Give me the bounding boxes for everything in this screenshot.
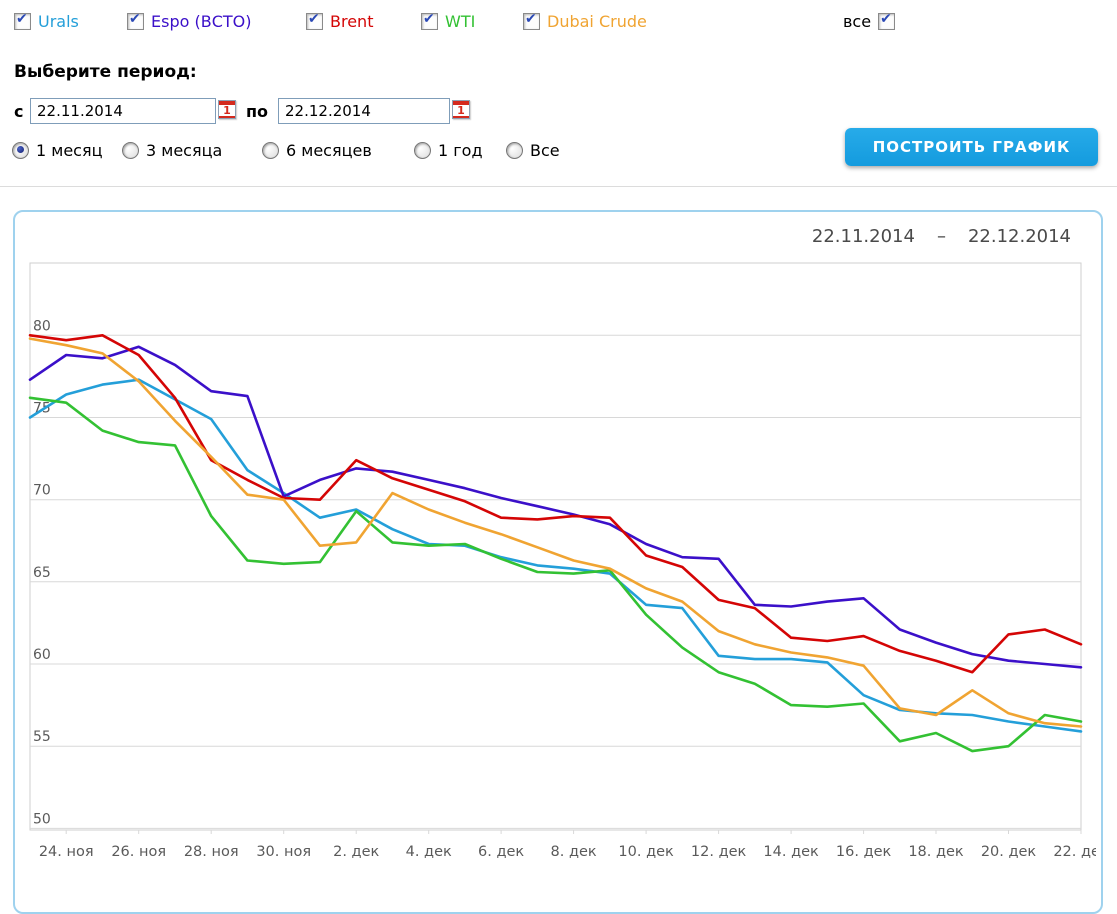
svg-text:4. дек: 4. дек — [406, 844, 452, 860]
svg-text:65: 65 — [33, 565, 51, 581]
chart-panel: 22.11.2014–22.12.2014 5055606570758024. … — [13, 210, 1103, 914]
wti-checkbox[interactable] — [421, 13, 438, 30]
dubai-checkbox[interactable] — [523, 13, 540, 30]
svg-text:80: 80 — [33, 318, 51, 334]
radio-1-year[interactable] — [414, 142, 431, 159]
filter-brent: Brent — [306, 10, 373, 32]
oil-filters-row: Urals Espo (ВСТО) Brent WTI Dubai Crude … — [0, 10, 1117, 34]
svg-text:22. дек: 22. дек — [1053, 844, 1096, 860]
svg-text:55: 55 — [33, 729, 51, 745]
date-row: с 1 по 1 — [0, 98, 1117, 128]
svg-text:60: 60 — [33, 647, 51, 663]
svg-text:28. ноя: 28. ноя — [184, 844, 239, 860]
espo-checkbox[interactable] — [127, 13, 144, 30]
svg-text:24. ноя: 24. ноя — [39, 844, 94, 860]
date-to-label: по — [246, 102, 268, 121]
svg-text:30. ноя: 30. ноя — [256, 844, 311, 860]
radio-1-year-label[interactable]: 1 год — [438, 141, 483, 160]
preset-3-months: 3 месяца — [122, 140, 222, 160]
espo-label[interactable]: Espo (ВСТО) — [151, 12, 251, 31]
calendar-bottom-bar — [219, 116, 235, 118]
preset-6-months: 6 месяцев — [262, 140, 372, 160]
svg-text:8. дек: 8. дек — [551, 844, 597, 860]
range-start-date: 22.11.2014 — [812, 226, 915, 247]
all-label[interactable]: все — [843, 12, 871, 31]
radio-1-month[interactable] — [12, 142, 29, 159]
filter-all: все — [843, 10, 895, 32]
radio-all[interactable] — [506, 142, 523, 159]
urals-label[interactable]: Urals — [38, 12, 79, 31]
svg-text:26. ноя: 26. ноя — [111, 844, 166, 860]
preset-all: Все — [506, 140, 560, 160]
section-divider — [0, 186, 1117, 187]
filter-wti: WTI — [421, 10, 475, 32]
chart-date-range: 22.11.2014 – 22.12.2014 — [812, 226, 1071, 247]
calendar-to-icon[interactable]: 1 — [452, 100, 470, 119]
calendar-bottom-bar — [453, 116, 469, 118]
range-end-date: 22.12.2014 — [968, 226, 1071, 247]
svg-text:50: 50 — [33, 811, 51, 827]
filter-urals: Urals — [14, 10, 79, 32]
radio-3-months[interactable] — [122, 142, 139, 159]
date-to-input[interactable] — [278, 98, 450, 124]
date-from-label: с — [14, 102, 23, 121]
svg-text:20. дек: 20. дек — [981, 844, 1037, 860]
calendar-from-icon[interactable]: 1 — [218, 100, 236, 119]
date-from-input[interactable] — [30, 98, 216, 124]
svg-text:10. дек: 10. дек — [618, 844, 674, 860]
svg-text:14. дек: 14. дек — [763, 844, 819, 860]
build-chart-button[interactable]: ПОСТРОИТЬ ГРАФИК — [845, 128, 1098, 166]
svg-text:12. дек: 12. дек — [691, 844, 747, 860]
svg-text:2. дек: 2. дек — [333, 844, 379, 860]
svg-text:70: 70 — [33, 483, 51, 499]
range-separator: – — [937, 226, 946, 247]
radio-6-months[interactable] — [262, 142, 279, 159]
svg-text:6. дек: 6. дек — [478, 844, 524, 860]
oil-price-chart: 5055606570758024. ноя26. ноя28. ноя30. н… — [16, 260, 1096, 875]
brent-checkbox[interactable] — [306, 13, 323, 30]
filter-espo: Espo (ВСТО) — [127, 10, 251, 32]
svg-text:16. дек: 16. дек — [836, 844, 892, 860]
preset-1-month: 1 месяц — [12, 140, 103, 160]
svg-text:18. дек: 18. дек — [908, 844, 964, 860]
wti-label[interactable]: WTI — [445, 12, 475, 31]
preset-1-year: 1 год — [414, 140, 483, 160]
all-checkbox[interactable] — [878, 13, 895, 30]
radio-1-month-label[interactable]: 1 месяц — [36, 141, 103, 160]
brent-label[interactable]: Brent — [330, 12, 373, 31]
radio-3-months-label[interactable]: 3 месяца — [146, 141, 222, 160]
filter-dubai: Dubai Crude — [523, 10, 647, 32]
urals-checkbox[interactable] — [14, 13, 31, 30]
period-heading: Выберите период: — [14, 62, 197, 82]
radio-all-label[interactable]: Все — [530, 141, 560, 160]
dubai-label[interactable]: Dubai Crude — [547, 12, 647, 31]
radio-6-months-label[interactable]: 6 месяцев — [286, 141, 372, 160]
